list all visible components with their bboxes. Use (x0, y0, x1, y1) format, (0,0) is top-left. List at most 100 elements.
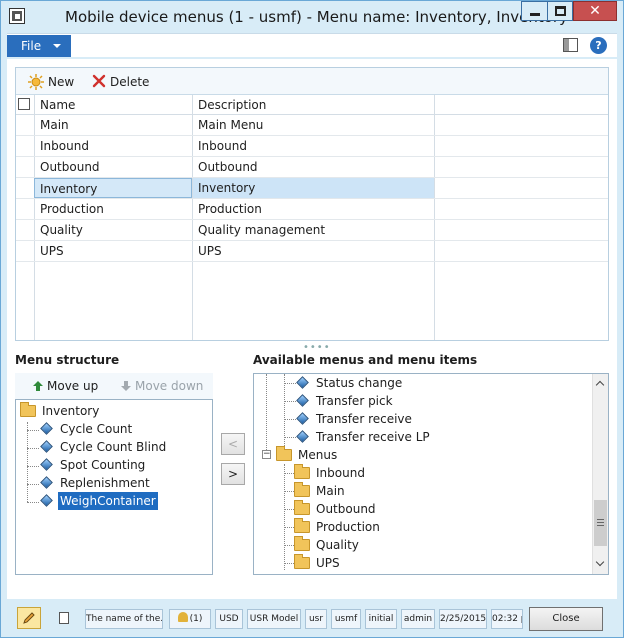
folder-icon (294, 500, 310, 515)
cell-name[interactable]: Inventory (34, 178, 192, 198)
time-indicator: 02:32 pm (491, 609, 523, 629)
mobile-device-menus-window: Mobile device menus (1 - usmf) - Menu na… (0, 0, 624, 638)
maximize-button[interactable] (547, 1, 573, 21)
window-title: Mobile device menus (1 - usmf) - Menu na… (65, 8, 568, 26)
tree-node-label: Production (316, 520, 380, 534)
cell-description[interactable]: Quality management (192, 220, 434, 240)
currency-indicator[interactable]: USD (215, 609, 243, 629)
cell-description[interactable]: Inventory (192, 178, 434, 198)
menu-item-icon (40, 494, 53, 507)
remove-from-structure-button[interactable]: < (221, 433, 245, 455)
cell-description[interactable]: Inbound (192, 136, 434, 156)
tree-node-label: Cycle Count (60, 422, 133, 436)
menus-grid-panel: New Delete Name Description Main Main Me… (15, 67, 609, 341)
table-row[interactable]: Main Main Menu (16, 115, 608, 136)
tree-node-label: Transfer receive (316, 412, 412, 426)
notifications-button[interactable]: (1) (169, 609, 211, 629)
cell-name[interactable]: UPS (34, 241, 192, 261)
company-indicator[interactable]: usmf (331, 609, 361, 629)
column-header-name[interactable]: Name (34, 95, 192, 114)
folder-icon (294, 554, 310, 569)
minimize-icon (530, 13, 540, 16)
tree-node-label: UPS (316, 556, 340, 570)
pencil-icon (23, 612, 35, 624)
menu-strip: File ? (7, 33, 617, 57)
move-down-label: Move down (135, 379, 204, 393)
status-bar: The name of the... (1) USD USR Model usr… (7, 603, 619, 633)
cell-description[interactable]: UPS (192, 241, 434, 261)
folder-icon (294, 518, 310, 533)
delete-button[interactable]: Delete (92, 73, 149, 91)
table-row[interactable]: Outbound Outbound (16, 157, 608, 178)
help-icon[interactable]: ? (590, 37, 607, 54)
close-button[interactable]: Close (529, 607, 603, 631)
menu-item-icon (296, 394, 309, 407)
move-up-button[interactable]: Move up (31, 378, 98, 394)
layer-indicator[interactable]: initial (365, 609, 397, 629)
cell-name[interactable]: Quality (34, 220, 192, 240)
scroll-thumb[interactable] (594, 500, 607, 546)
table-row[interactable]: UPS UPS (16, 241, 608, 262)
tree-node-label: Spot Counting (60, 458, 146, 472)
new-button[interactable]: New (28, 73, 74, 91)
document-icon (59, 612, 69, 624)
add-to-structure-button[interactable]: > (221, 463, 245, 485)
cell-name[interactable]: Production (34, 199, 192, 219)
close-window-button[interactable]: ✕ (573, 1, 617, 21)
document-handling-button[interactable] (51, 609, 81, 629)
new-icon (28, 74, 44, 90)
tree-node-label: WeighContainer (58, 492, 158, 510)
tree-node-label: Transfer pick (316, 394, 393, 408)
menu-item-icon (40, 476, 53, 489)
move-down-button[interactable]: Move down (119, 378, 203, 394)
arrow-up-icon (33, 381, 43, 391)
layout-icon[interactable] (563, 38, 578, 52)
table-row-selected[interactable]: Inventory Inventory (16, 178, 608, 199)
select-all-checkbox[interactable] (18, 98, 30, 110)
menu-item-icon (296, 412, 309, 425)
move-up-label: Move up (47, 379, 99, 393)
folder-icon (294, 464, 310, 479)
tree-node-label: Main (316, 484, 345, 498)
delete-icon (92, 74, 106, 88)
bell-icon (177, 612, 188, 622)
tree-node-label: Quality (316, 538, 359, 552)
cell-description[interactable]: Main Menu (192, 115, 434, 135)
role-indicator[interactable]: admin (401, 609, 435, 629)
available-menus-tree[interactable]: Status change Transfer pick Transfer rec… (253, 373, 609, 575)
file-menu-button[interactable]: File (7, 35, 71, 57)
cell-description[interactable]: Production (192, 199, 434, 219)
table-row[interactable]: Quality Quality management (16, 220, 608, 241)
cell-description[interactable]: Outbound (192, 157, 434, 177)
pane-splitter[interactable]: •••• (303, 342, 331, 353)
menu-item-icon (40, 458, 53, 471)
tree-node-label: Inventory (42, 404, 100, 418)
cell-name[interactable]: Outbound (34, 157, 192, 177)
menu-structure-label: Menu structure (15, 353, 120, 367)
folder-icon (294, 536, 310, 551)
menu-structure-toolbar: Move up Move down (15, 373, 213, 399)
menu-structure-tree[interactable]: Inventory Cycle Count Cycle Count Blind … (15, 399, 213, 575)
edit-mode-button[interactable] (17, 607, 41, 629)
model-indicator[interactable]: USR Model (247, 609, 301, 629)
scroll-up-icon[interactable] (593, 376, 608, 392)
minimize-button[interactable] (521, 1, 547, 21)
available-tree-scrollbar[interactable] (592, 374, 608, 574)
tree-node-label: Menus (298, 448, 338, 462)
app-icon[interactable] (9, 8, 25, 24)
collapse-toggle[interactable]: − (262, 450, 271, 459)
table-row[interactable]: Production Production (16, 199, 608, 220)
new-label: New (48, 75, 75, 89)
date-indicator[interactable]: 2/25/2015 (439, 609, 487, 629)
cell-name[interactable]: Main (34, 115, 192, 135)
table-row[interactable]: Inbound Inbound (16, 136, 608, 157)
user-indicator[interactable]: usr (305, 609, 327, 629)
grid-action-pane: New Delete (16, 68, 608, 94)
scroll-down-icon[interactable] (593, 556, 608, 572)
grid-header: Name Description (16, 95, 608, 115)
column-header-description[interactable]: Description (192, 95, 434, 114)
grip-icon (597, 519, 604, 520)
maximize-icon (555, 6, 566, 16)
tree-node-label: Replenishment (60, 476, 150, 490)
cell-name[interactable]: Inbound (34, 136, 192, 156)
